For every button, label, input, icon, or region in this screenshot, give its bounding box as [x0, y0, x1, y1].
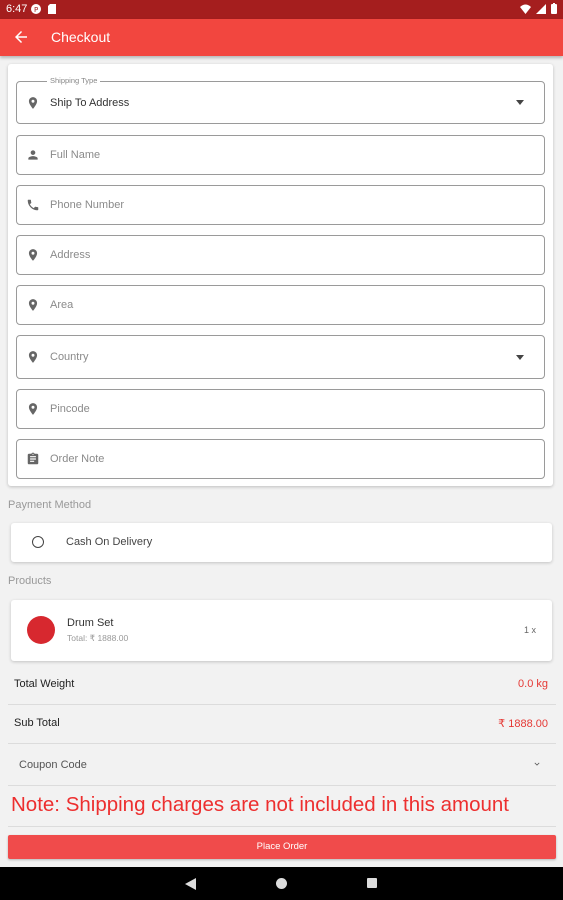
location-pin-icon	[28, 299, 38, 311]
shipping-note: Note: Shipping charges are not included …	[11, 793, 510, 816]
pincode-placeholder: Pincode	[50, 403, 90, 415]
dropdown-arrow-icon	[516, 355, 524, 360]
payment-option-card[interactable]: Cash On Delivery	[11, 523, 552, 562]
chevron-down-icon[interactable]	[532, 759, 542, 769]
address-placeholder: Address	[50, 249, 91, 261]
coupon-code-label: Coupon Code	[19, 759, 87, 771]
total-weight-value: 0.0 kg	[518, 678, 548, 690]
page-title: Checkout	[51, 29, 111, 45]
status-bar: 6:47 P	[0, 0, 563, 19]
order-note-field[interactable]: Order Note	[16, 439, 545, 479]
app-notification-icon: P	[31, 4, 41, 14]
location-pin-icon	[28, 97, 38, 109]
location-pin-icon	[28, 351, 38, 363]
sub-total-label: Sub Total	[14, 717, 60, 729]
battery-icon	[551, 3, 557, 14]
location-pin-icon	[28, 249, 38, 261]
payment-radio-button[interactable]	[32, 536, 44, 548]
address-field[interactable]: Address	[16, 235, 545, 275]
product-name: Drum Set	[67, 617, 114, 629]
nav-recents-icon[interactable]	[367, 878, 377, 888]
app-bar: Checkout	[0, 19, 563, 56]
clipboard-icon	[27, 452, 39, 465]
area-placeholder: Area	[50, 299, 74, 311]
product-item[interactable]: Drum Set Total: ₹ 1888.00 1 x	[11, 600, 552, 661]
shipping-form-card: Shipping Type Ship To Address Full Name …	[8, 64, 553, 486]
signal-icon	[536, 3, 546, 14]
pincode-field[interactable]: Pincode	[16, 389, 545, 429]
phone-icon	[27, 199, 39, 211]
wifi-icon	[520, 4, 531, 14]
divider	[8, 826, 556, 827]
location-pin-icon	[28, 403, 38, 415]
shipping-type-select[interactable]: Shipping Type Ship To Address	[16, 76, 545, 124]
nav-back-icon[interactable]	[185, 878, 196, 890]
product-image	[27, 616, 55, 644]
status-time: 6:47	[6, 3, 28, 15]
place-order-button[interactable]: Place Order	[8, 835, 556, 859]
nav-home-icon[interactable]	[276, 878, 287, 889]
full-name-field[interactable]: Full Name	[16, 135, 545, 175]
order-note-placeholder: Order Note	[50, 453, 105, 465]
full-name-placeholder: Full Name	[50, 149, 101, 161]
country-select[interactable]: Country	[16, 335, 545, 379]
payment-option-label: Cash On Delivery	[66, 536, 153, 548]
total-weight-label: Total Weight	[14, 678, 75, 690]
dropdown-arrow-icon	[516, 100, 524, 105]
phone-number-field[interactable]: Phone Number	[16, 185, 545, 225]
product-quantity: 1 x	[523, 625, 536, 635]
area-field[interactable]: Area	[16, 285, 545, 325]
payment-method-heading: Payment Method	[8, 499, 92, 511]
sd-card-icon	[48, 4, 56, 14]
total-weight-row: Total Weight 0.0 kg	[8, 666, 556, 705]
shipping-type-value: Ship To Address	[50, 97, 130, 109]
shipping-type-legend: Shipping Type	[47, 76, 101, 85]
system-nav-bar	[0, 867, 563, 900]
coupon-code-row[interactable]: Coupon Code	[8, 745, 556, 786]
product-total: Total: ₹ 1888.00	[67, 633, 129, 643]
person-icon	[28, 150, 38, 160]
sub-total-row: Sub Total ₹ 1888.00	[8, 705, 556, 744]
svg-text:P: P	[34, 6, 38, 14]
products-heading: Products	[8, 575, 52, 587]
country-placeholder: Country	[50, 351, 89, 363]
back-arrow-icon[interactable]	[12, 28, 30, 46]
phone-number-placeholder: Phone Number	[50, 199, 124, 211]
sub-total-value: ₹ 1888.00	[498, 718, 548, 730]
